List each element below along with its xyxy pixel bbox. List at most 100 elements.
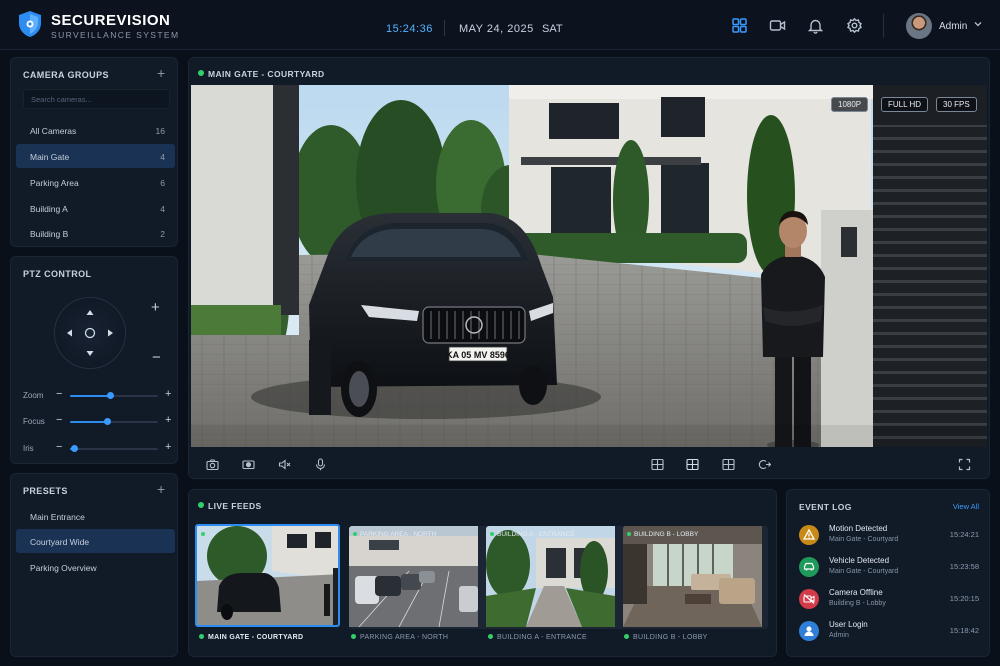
feed-caption[interactable]: MAIN GATE - COURTYARD xyxy=(199,634,303,641)
snapshot-camera-icon[interactable] xyxy=(206,458,219,471)
current-day: SAT xyxy=(542,23,563,35)
event-source: Admin xyxy=(829,632,849,639)
feed-caption[interactable]: BUILDING B - LOBBY xyxy=(624,634,708,641)
feed-thumbnail-main-gate[interactable] xyxy=(195,524,340,627)
slider-label: Focus xyxy=(23,417,45,426)
video-camera-icon[interactable] xyxy=(769,17,786,34)
grid-view-icon[interactable] xyxy=(731,17,748,34)
event-icon-bg xyxy=(799,525,819,545)
rotate-icon[interactable] xyxy=(758,458,771,471)
event-item[interactable]: User Login Admin 15:18:42 xyxy=(799,618,983,646)
live-status-dot xyxy=(624,634,629,639)
add-group-button[interactable]: + xyxy=(157,66,165,80)
slider-label: Zoom xyxy=(23,391,44,400)
slider-knob[interactable] xyxy=(71,445,79,452)
arrow-left-icon[interactable] xyxy=(67,329,72,337)
feed-preview xyxy=(623,526,762,627)
live-status-dot xyxy=(199,634,204,639)
event-item[interactable]: Vehicle Detected Main Gate - Courtyard 1… xyxy=(799,554,983,582)
live-status-dot xyxy=(490,532,494,536)
ptz-joystick[interactable] xyxy=(54,297,126,369)
panel-title: EVENT LOG xyxy=(799,502,852,512)
live-status-dot xyxy=(627,532,631,536)
user-avatar[interactable] xyxy=(906,13,932,39)
decrease-button[interactable]: − xyxy=(56,414,62,426)
group-item-main-gate[interactable]: Main Gate 4 xyxy=(16,144,175,168)
sliding-gate xyxy=(873,125,987,447)
zoom-slider[interactable]: Zoom − + xyxy=(23,388,171,403)
slider-track[interactable] xyxy=(70,418,158,425)
group-item-parking-area[interactable]: Parking Area 6 xyxy=(16,170,175,194)
group-label: All Cameras xyxy=(30,126,77,136)
microphone-icon[interactable] xyxy=(314,458,327,471)
zoom-in-button[interactable]: + xyxy=(151,300,160,315)
slider-fill xyxy=(70,395,110,397)
live-status-dot xyxy=(198,70,204,76)
layout-quad-icon[interactable] xyxy=(722,458,735,471)
group-item-all-cameras[interactable]: All Cameras 16 xyxy=(16,118,175,142)
focus-slider[interactable]: Focus − + xyxy=(23,414,171,429)
preset-label: Main Entrance xyxy=(30,512,85,522)
feed-preview xyxy=(486,526,615,627)
warning-icon xyxy=(802,528,816,540)
resolution-badge: 1080P xyxy=(831,97,869,112)
slider-knob[interactable] xyxy=(103,418,111,425)
event-item[interactable]: Camera Offline Building B - Lobby 15:20:… xyxy=(799,586,983,614)
search-input[interactable]: Search cameras... xyxy=(23,89,170,109)
layout-split-icon[interactable] xyxy=(686,458,699,471)
center-home-icon[interactable] xyxy=(84,327,96,339)
camera-groups-panel: CAMERA GROUPS + Search cameras... All Ca… xyxy=(10,57,178,247)
increase-button[interactable]: + xyxy=(165,414,171,426)
live-status-dot xyxy=(198,502,204,508)
search-placeholder: Search cameras... xyxy=(31,95,92,104)
slider-track[interactable] xyxy=(70,445,158,452)
event-title: Motion Detected xyxy=(829,524,888,533)
iris-slider[interactable]: Iris − + xyxy=(23,441,171,456)
view-all-link[interactable]: View All xyxy=(953,502,979,511)
chevron-down-icon[interactable] xyxy=(973,19,983,29)
record-icon[interactable] xyxy=(242,458,255,471)
feed-thumbnail-building-b[interactable]: BUILDING B - LOBBY xyxy=(623,526,768,629)
preset-item-courtyard-wide[interactable]: Courtyard Wide xyxy=(16,529,175,553)
arrow-up-icon[interactable] xyxy=(86,310,94,315)
event-item[interactable]: Motion Detected Main Gate - Courtyard 15… xyxy=(799,522,983,550)
zoom-out-button[interactable]: − xyxy=(152,350,161,365)
preset-item-parking-overview[interactable]: Parking Overview xyxy=(16,555,175,579)
feed-preview xyxy=(349,526,478,628)
bell-icon[interactable] xyxy=(807,17,824,34)
feed-thumbnail-parking-area[interactable]: PARKING AREA - NORTH xyxy=(349,526,494,629)
layout-grid-icon[interactable] xyxy=(651,458,664,471)
decrease-button[interactable]: − xyxy=(56,441,62,453)
feed-title: MAIN GATE - COURTYARD xyxy=(208,69,325,79)
feed-thumbnail-building-a[interactable]: BUILDING A - ENTRANCE xyxy=(486,526,631,629)
increase-button[interactable]: + xyxy=(165,388,171,400)
fullscreen-icon[interactable] xyxy=(958,458,971,471)
preset-item-main-entrance[interactable]: Main Entrance xyxy=(16,504,175,528)
feed-preview xyxy=(197,526,338,625)
feed-caption-text: PARKING AREA - NORTH xyxy=(360,634,449,641)
divider xyxy=(444,20,445,36)
decrease-button[interactable]: − xyxy=(56,388,62,400)
arrow-down-icon[interactable] xyxy=(86,351,94,356)
settings-gear-icon[interactable] xyxy=(846,17,863,34)
feed-caption[interactable]: PARKING AREA - NORTH xyxy=(351,634,448,641)
group-count: 4 xyxy=(160,204,165,214)
group-item-building-a[interactable]: Building A 4 xyxy=(16,196,175,220)
divider xyxy=(883,14,884,38)
slider-knob[interactable] xyxy=(106,392,114,399)
increase-button[interactable]: + xyxy=(165,441,171,453)
live-feeds-panel: LIVE FEEDS PARKING AREA - NORTH BUILDING… xyxy=(188,489,777,657)
user-name[interactable]: Admin xyxy=(939,21,967,32)
feed-caption[interactable]: BUILDING A - ENTRANCE xyxy=(488,634,587,641)
group-item-building-b[interactable]: Building B 2 xyxy=(16,221,175,245)
license-plate: KA 05 MV 8596 xyxy=(446,350,510,360)
group-label: Main Gate xyxy=(30,152,70,162)
add-preset-button[interactable]: + xyxy=(157,482,165,496)
event-icon-bg xyxy=(799,621,819,641)
main-camera-feed[interactable]: KA 05 MV 8596 xyxy=(191,85,987,447)
quality-badge: FULL HD xyxy=(881,97,929,112)
arrow-right-icon[interactable] xyxy=(108,329,113,337)
mute-speaker-icon[interactable] xyxy=(278,458,291,471)
group-count: 4 xyxy=(160,152,165,162)
slider-track[interactable] xyxy=(70,392,158,399)
